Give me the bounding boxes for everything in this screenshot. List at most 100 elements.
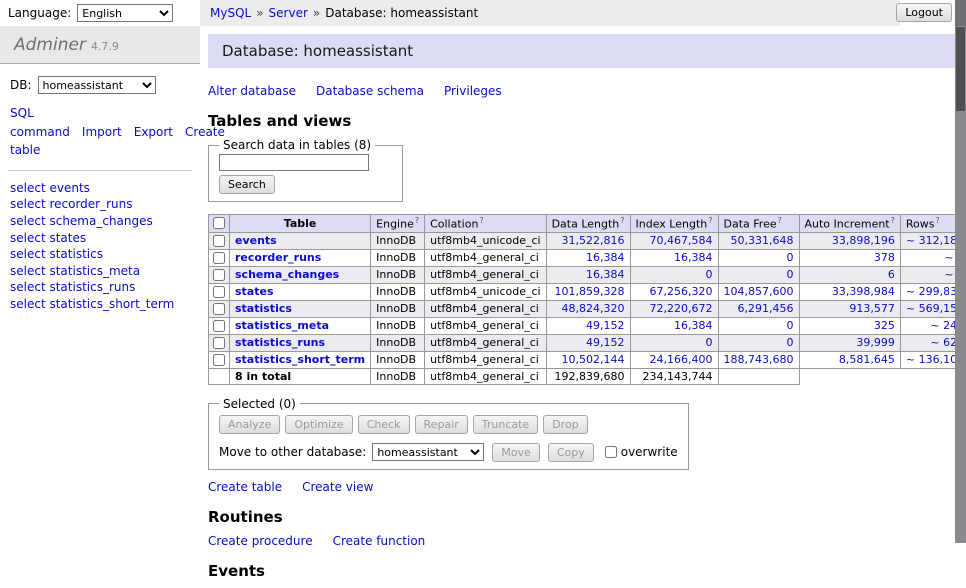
auto-increment-link[interactable]: 33,898,196 (832, 234, 895, 247)
scrollbar-thumb[interactable] (956, 27, 965, 111)
data-free-link[interactable]: 188,743,680 (724, 353, 794, 366)
data-length-link[interactable]: 49,152 (586, 319, 625, 332)
table-row: statesInnoDButf8mb4_unicode_ci101,859,32… (209, 283, 966, 300)
column-help-link-index-length[interactable]: ? (708, 216, 712, 225)
sidebar-table-link[interactable]: select states (10, 231, 190, 247)
data-free-link[interactable]: 0 (787, 268, 794, 281)
row-select-checkbox[interactable] (213, 320, 225, 332)
column-help-link-rows[interactable]: ? (935, 216, 939, 225)
data-free-link[interactable]: 0 (787, 251, 794, 264)
auto-increment-link[interactable]: 39,999 (856, 336, 895, 349)
search-button[interactable]: Search (219, 175, 275, 194)
row-select-checkbox[interactable] (213, 235, 225, 247)
index-length-link[interactable]: 16,384 (674, 251, 713, 264)
breadcrumb-link-server[interactable]: Server (269, 6, 308, 20)
move-database-select[interactable]: homeassistant (372, 443, 484, 461)
routine-link[interactable]: Create procedure (208, 534, 313, 548)
column-help-link-data-length[interactable]: ? (620, 216, 624, 225)
data-length-link[interactable]: 10,502,144 (562, 353, 625, 366)
bulk-action-button[interactable]: Drop (543, 415, 587, 434)
sidebar-table-link[interactable]: select schema_changes (10, 214, 190, 230)
sidebar-action-link[interactable]: SQL command (10, 106, 70, 139)
database-action-link[interactable]: Database schema (316, 84, 424, 98)
column-help-link-data-free[interactable]: ? (778, 216, 782, 225)
data-length-link[interactable]: 101,859,328 (555, 285, 625, 298)
search-input[interactable] (219, 154, 369, 171)
column-help-link-collation[interactable]: ? (479, 216, 483, 225)
bulk-action-button[interactable]: Repair (415, 415, 468, 434)
auto-increment-cell: 33,898,196 (799, 232, 900, 249)
data-length-link[interactable]: 31,522,816 (562, 234, 625, 247)
sidebar-table-link[interactable]: select recorder_runs (10, 197, 190, 213)
row-select-checkbox[interactable] (213, 337, 225, 349)
sidebar-action-link[interactable]: Export (134, 125, 173, 139)
breadcrumb-link-mysql[interactable]: MySQL (210, 6, 251, 20)
auto-increment-link[interactable]: 913,577 (849, 302, 895, 315)
vertical-scrollbar[interactable] (955, 0, 966, 543)
bulk-action-button[interactable]: Check (358, 415, 410, 434)
create-link[interactable]: Create table (208, 480, 282, 494)
sidebar-table-link[interactable]: select statistics_short_term (10, 297, 190, 313)
data-length-link[interactable]: 16,384 (586, 251, 625, 264)
data-free-link[interactable]: 104,857,600 (724, 285, 794, 298)
sidebar-actions: SQL commandImportExportCreate table (8, 102, 192, 171)
column-help-link-engine[interactable]: ? (415, 216, 419, 225)
index-length-link[interactable]: 0 (706, 336, 713, 349)
table-name-link[interactable]: events (235, 234, 277, 247)
table-name-link[interactable]: statistics_runs (235, 336, 325, 349)
bulk-action-button[interactable]: Optimize (285, 415, 352, 434)
table-name-link[interactable]: statistics (235, 302, 292, 315)
move-button[interactable]: Move (492, 443, 540, 462)
index-length-link[interactable]: 67,256,320 (650, 285, 713, 298)
sidebar-table-link[interactable]: select events (10, 181, 190, 197)
language-select[interactable]: English (77, 4, 173, 22)
row-select-checkbox[interactable] (213, 286, 225, 298)
row-select-checkbox[interactable] (213, 354, 225, 366)
auto-increment-link[interactable]: 8,581,645 (839, 353, 895, 366)
bulk-action-button[interactable]: Analyze (219, 415, 280, 434)
data-length-link[interactable]: 16,384 (586, 268, 625, 281)
bulk-action-button[interactable]: Truncate (473, 415, 538, 434)
database-action-link[interactable]: Alter database (208, 84, 296, 98)
sidebar-table-link[interactable]: select statistics (10, 247, 190, 263)
auto-increment-link[interactable]: 325 (874, 319, 895, 332)
row-select-checkbox[interactable] (213, 269, 225, 281)
scrollbar-top-button[interactable] (955, 0, 966, 26)
select-all-cell (209, 215, 230, 233)
sidebar-action-link[interactable]: Import (82, 125, 122, 139)
create-link[interactable]: Create view (302, 480, 373, 494)
top-bar: Language: English MySQL » Server » Datab… (0, 0, 966, 26)
db-select[interactable]: homeassistant (38, 76, 156, 94)
table-name-link[interactable]: statistics_short_term (235, 353, 365, 366)
database-action-link[interactable]: Privileges (444, 84, 502, 98)
logout-button[interactable]: Logout (896, 3, 952, 22)
select-all-checkbox[interactable] (213, 217, 225, 229)
index-length-link[interactable]: 24,166,400 (650, 353, 713, 366)
auto-increment-link[interactable]: 6 (888, 268, 895, 281)
auto-increment-link[interactable]: 378 (874, 251, 895, 264)
breadcrumb-separator: » (256, 6, 263, 20)
row-select-checkbox[interactable] (213, 303, 225, 315)
data-free-link[interactable]: 0 (787, 319, 794, 332)
index-length-link[interactable]: 16,384 (674, 319, 713, 332)
column-help-link-auto-increment[interactable]: ? (891, 216, 895, 225)
auto-increment-link[interactable]: 33,398,984 (832, 285, 895, 298)
data-free-link[interactable]: 0 (787, 336, 794, 349)
routine-link[interactable]: Create function (333, 534, 426, 548)
index-length-link[interactable]: 72,220,672 (650, 302, 713, 315)
sidebar-table-link[interactable]: select statistics_meta (10, 264, 190, 280)
overwrite-checkbox[interactable] (605, 446, 617, 458)
sidebar-table-link[interactable]: select statistics_runs (10, 280, 190, 296)
data-length-link[interactable]: 49,152 (586, 336, 625, 349)
table-name-link[interactable]: schema_changes (235, 268, 339, 281)
data-length-link[interactable]: 48,824,320 (562, 302, 625, 315)
data-free-link[interactable]: 50,331,648 (731, 234, 794, 247)
index-length-link[interactable]: 70,467,584 (650, 234, 713, 247)
index-length-link[interactable]: 0 (706, 268, 713, 281)
copy-button[interactable]: Copy (548, 443, 594, 462)
table-name-link[interactable]: recorder_runs (235, 251, 321, 264)
table-name-link[interactable]: statistics_meta (235, 319, 329, 332)
data-free-link[interactable]: 6,291,456 (738, 302, 794, 315)
table-name-link[interactable]: states (235, 285, 274, 298)
row-select-checkbox[interactable] (213, 252, 225, 264)
